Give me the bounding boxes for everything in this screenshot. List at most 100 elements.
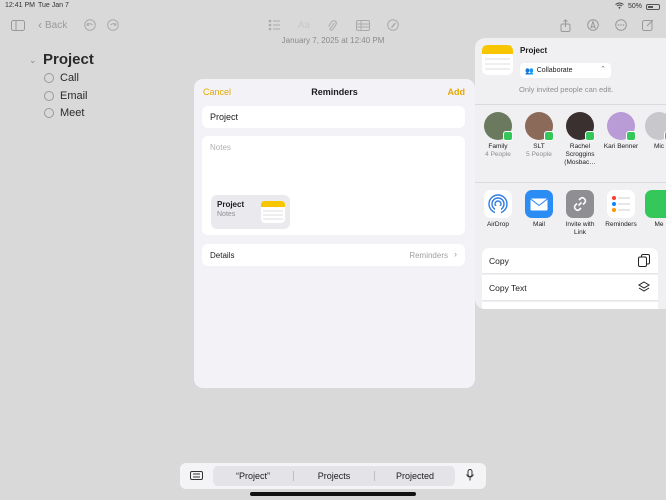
checklist-item[interactable]: Meet bbox=[44, 107, 84, 119]
attachment-subtitle: Notes bbox=[217, 211, 236, 218]
redo-button[interactable] bbox=[105, 16, 121, 34]
back-button[interactable]: ‹ Back bbox=[38, 16, 78, 34]
chevron-down-icon[interactable]: ⌄ bbox=[29, 55, 37, 66]
copy-icon bbox=[638, 254, 650, 267]
status-time: 12:41 PM bbox=[5, 2, 35, 9]
app-label: Mail bbox=[533, 221, 545, 228]
share-button[interactable] bbox=[557, 16, 573, 34]
divider bbox=[475, 104, 666, 105]
divider bbox=[475, 182, 666, 183]
contact-family[interactable]: Family 4 People bbox=[478, 112, 518, 159]
more-button[interactable] bbox=[613, 16, 629, 34]
copy-text-action[interactable]: Copy Text bbox=[482, 275, 658, 301]
contact-mic[interactable]: Mic bbox=[639, 112, 666, 151]
chevron-right-icon: › bbox=[454, 249, 457, 259]
messages-badge-icon bbox=[626, 131, 636, 141]
wifi-icon bbox=[615, 2, 624, 11]
app-label: Reminders bbox=[605, 221, 637, 228]
undo-button[interactable] bbox=[82, 16, 98, 34]
compose-icon bbox=[642, 19, 654, 31]
action-label: Copy bbox=[489, 255, 509, 266]
app-messages[interactable]: Me bbox=[639, 190, 666, 229]
checklist-item[interactable]: Call bbox=[44, 72, 79, 84]
checklist-button[interactable] bbox=[266, 16, 282, 34]
app-label: Me bbox=[654, 221, 664, 228]
status-bar: 12:41 PM Tue Jan 7 50% bbox=[0, 0, 666, 12]
table-icon bbox=[356, 19, 370, 31]
checkbox-icon[interactable] bbox=[44, 91, 54, 101]
attachment-title: Project bbox=[217, 200, 245, 209]
suggestion-item[interactable]: “Project” bbox=[213, 471, 293, 481]
home-indicator bbox=[250, 492, 416, 496]
contact-name: Kari Benner bbox=[603, 143, 639, 150]
avatar bbox=[607, 112, 636, 141]
attachment-button[interactable] bbox=[324, 16, 340, 34]
avatar bbox=[525, 112, 554, 141]
pencil-circle-icon bbox=[587, 19, 599, 31]
messages-icon bbox=[645, 190, 666, 218]
checkbox-icon[interactable] bbox=[44, 108, 54, 118]
pen-button[interactable] bbox=[585, 16, 601, 34]
mail-icon bbox=[525, 190, 553, 218]
back-label: Back bbox=[45, 19, 68, 31]
status-indicators: 50% bbox=[615, 2, 660, 11]
collaborate-dropdown[interactable]: 👥 Collaborate ⌃ bbox=[520, 63, 611, 78]
contact-name: SLT bbox=[533, 143, 545, 150]
note-attachment[interactable]: Project Notes bbox=[211, 195, 290, 229]
share-title: Project bbox=[520, 46, 548, 55]
note-title: Project bbox=[43, 51, 94, 68]
contact-slt[interactable]: SLT 5 People bbox=[519, 112, 559, 159]
details-row[interactable]: Details Reminders › bbox=[202, 244, 465, 266]
reminder-notes-field[interactable]: Notes Project Notes bbox=[202, 136, 465, 235]
table-button[interactable] bbox=[354, 16, 372, 34]
cancel-button[interactable]: Cancel bbox=[203, 87, 231, 97]
ellipsis-icon bbox=[615, 19, 627, 31]
sidebar-toggle-button[interactable] bbox=[9, 16, 27, 34]
add-button[interactable]: Add bbox=[448, 87, 466, 97]
app-invite-with-link[interactable]: Invite with Link bbox=[560, 190, 600, 237]
notes-placeholder: Notes bbox=[210, 143, 231, 152]
more-actions-row[interactable] bbox=[482, 302, 658, 309]
contact-sub: 4 People bbox=[485, 151, 511, 158]
link-icon bbox=[566, 190, 594, 218]
app-airdrop[interactable]: AirDrop bbox=[478, 190, 518, 229]
messages-badge-icon bbox=[503, 131, 513, 141]
redo-icon bbox=[107, 19, 119, 31]
compose-button[interactable] bbox=[640, 16, 656, 34]
collaborate-label: Collaborate bbox=[536, 67, 573, 74]
markup-pen-icon bbox=[387, 19, 399, 31]
battery-icon bbox=[646, 3, 660, 10]
paperclip-icon bbox=[328, 19, 337, 31]
chevron-updown-icon: ⌃ bbox=[600, 66, 606, 73]
checklist-item[interactable]: Email bbox=[44, 90, 88, 102]
reminder-title-field[interactable]: Project bbox=[202, 106, 465, 128]
avatar bbox=[645, 112, 666, 141]
battery-percent: 50% bbox=[627, 3, 642, 10]
messages-badge-icon bbox=[585, 131, 595, 141]
details-label: Details bbox=[210, 251, 235, 260]
sidebar-icon bbox=[11, 19, 25, 31]
people-icon: 👥 bbox=[525, 67, 534, 75]
checkbox-icon[interactable] bbox=[44, 73, 54, 83]
messages-badge-icon bbox=[544, 131, 554, 141]
app-reminders[interactable]: Reminders bbox=[601, 190, 641, 229]
keyboard-icon[interactable] bbox=[190, 471, 203, 482]
notes-app-icon bbox=[261, 201, 285, 223]
microphone-icon[interactable] bbox=[466, 469, 474, 483]
reminders-dialog: Reminders Cancel Add Project Notes Proje… bbox=[194, 79, 475, 388]
contact-rachel[interactable]: Rachel Scroggins (Mosbac… bbox=[560, 112, 600, 167]
suggestions: “Project” Projects Projected bbox=[213, 466, 455, 486]
action-label: Copy Text bbox=[489, 282, 527, 293]
copy-action[interactable]: Copy bbox=[482, 248, 658, 274]
markup-button[interactable] bbox=[385, 16, 401, 34]
suggestion-item[interactable]: Projects bbox=[294, 471, 374, 481]
suggestion-item[interactable]: Projected bbox=[375, 471, 455, 481]
contact-kari[interactable]: Kari Benner bbox=[601, 112, 641, 151]
avatar bbox=[566, 112, 595, 141]
app-mail[interactable]: Mail bbox=[519, 190, 559, 229]
text-format-button[interactable]: Aa bbox=[295, 16, 313, 34]
undo-icon bbox=[84, 19, 96, 31]
chevron-left-icon: ‹ bbox=[38, 18, 42, 32]
permission-text[interactable]: Only invited people can edit. bbox=[519, 85, 613, 94]
contact-sub: 5 People bbox=[526, 151, 552, 158]
